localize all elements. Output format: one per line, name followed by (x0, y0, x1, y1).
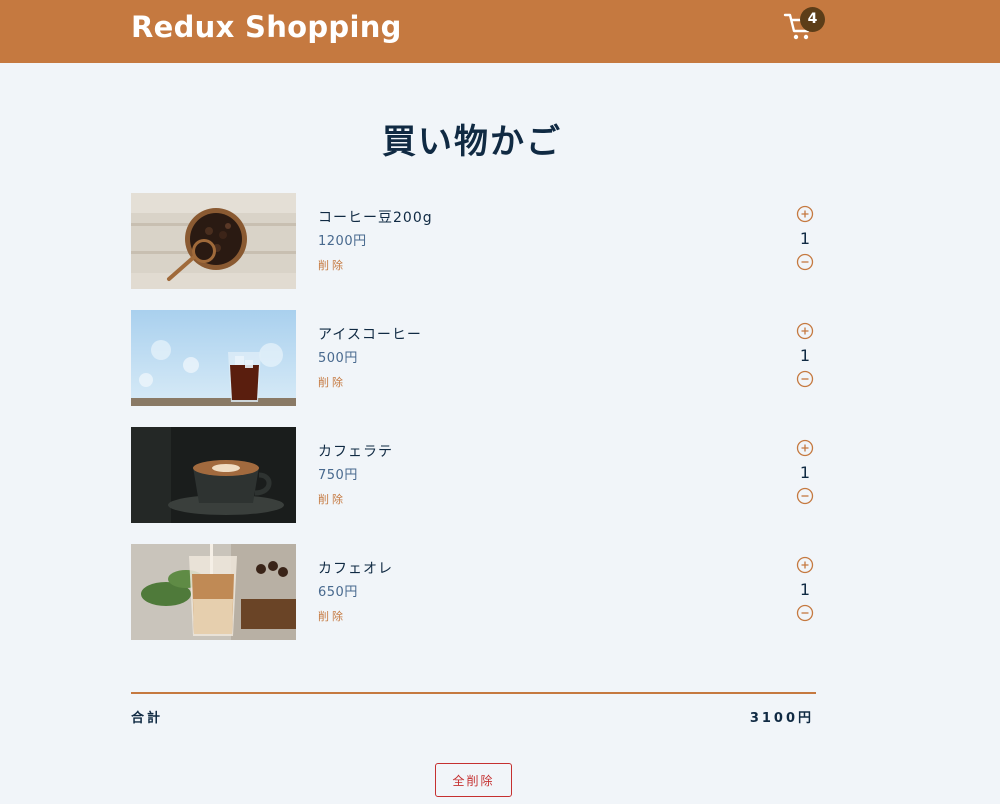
cart-item: コーヒー豆200g 1200円 削除 1 (131, 193, 816, 289)
remove-item-button[interactable]: 削除 (318, 374, 346, 390)
remove-item-button[interactable]: 削除 (318, 257, 346, 273)
item-price: 1200円 (318, 234, 367, 249)
item-name: アイスコーヒー (318, 327, 422, 343)
brand-title[interactable]: Redux Shopping (131, 10, 402, 44)
remove-item-button[interactable]: 削除 (318, 608, 346, 624)
product-image-iced-coffee (131, 310, 296, 406)
decrease-quantity-icon[interactable] (796, 370, 814, 388)
item-quantity: 1 (799, 580, 811, 599)
increase-quantity-icon[interactable] (796, 439, 814, 457)
item-name: コーヒー豆200g (318, 210, 433, 226)
item-quantity: 1 (799, 463, 811, 482)
item-quantity: 1 (799, 229, 811, 248)
cart-item: カフェオレ 650円 削除 1 (131, 544, 816, 640)
item-quantity: 1 (799, 346, 811, 365)
clear-cart-button[interactable]: 全削除 (435, 763, 512, 797)
item-price: 750円 (318, 468, 358, 483)
cart-count-badge: 4 (800, 7, 825, 32)
total-label: 合計 (131, 711, 164, 726)
decrease-quantity-icon[interactable] (796, 487, 814, 505)
page-title: 買い物かご (382, 122, 562, 162)
cart-button[interactable]: 4 (780, 7, 825, 44)
item-name: カフェオレ (318, 561, 393, 577)
increase-quantity-icon[interactable] (796, 556, 814, 574)
cart-list: コーヒー豆200g 1200円 削除 1 アイスコーヒー 500円 削除 1 カ… (131, 193, 816, 661)
item-price: 500円 (318, 351, 358, 366)
item-name: カフェラテ (318, 444, 393, 460)
item-price: 650円 (318, 585, 358, 600)
app-header: Redux Shopping 4 (0, 0, 1000, 63)
product-image-coffee-beans (131, 193, 296, 289)
total-amount: 3100円 (749, 711, 814, 726)
product-image-latte (131, 427, 296, 523)
increase-quantity-icon[interactable] (796, 322, 814, 340)
decrease-quantity-icon[interactable] (796, 604, 814, 622)
cart-item: アイスコーヒー 500円 削除 1 (131, 310, 816, 406)
cart-item: カフェラテ 750円 削除 1 (131, 427, 816, 523)
product-image-cafe-au-lait (131, 544, 296, 640)
decrease-quantity-icon[interactable] (796, 253, 814, 271)
total-divider (131, 692, 816, 694)
remove-item-button[interactable]: 削除 (318, 491, 346, 507)
increase-quantity-icon[interactable] (796, 205, 814, 223)
